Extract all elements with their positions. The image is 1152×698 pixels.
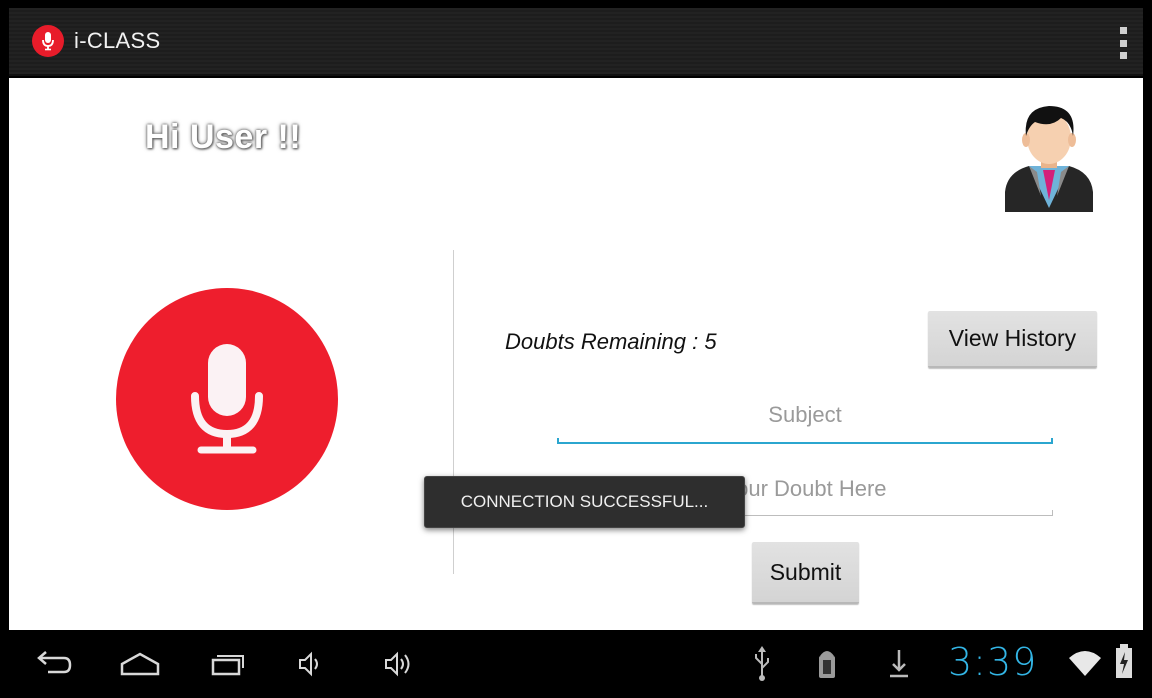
app-microphone-icon (32, 25, 64, 57)
greeting-text: Hi User !! (145, 118, 302, 156)
status-clock: 3:39 (948, 640, 1038, 684)
subject-input[interactable] (557, 392, 1053, 438)
user-avatar-icon[interactable] (999, 100, 1099, 212)
battery-charging-icon (1116, 644, 1132, 678)
microphone-icon (191, 344, 263, 454)
doubts-remaining-label: Doubts Remaining : 5 (505, 329, 717, 354)
android-debug-icon (819, 651, 835, 678)
tablet-screen: i-CLASS Hi User !! Doubts Remaining: 5 … (0, 0, 1152, 698)
view-history-button[interactable]: View History (928, 311, 1097, 368)
recent-apps-icon[interactable] (205, 646, 245, 682)
volume-down-icon[interactable] (296, 646, 326, 682)
main-content: Hi User !! Doubts Remaining: 5 View His… (9, 78, 1143, 630)
toast-message: CONNECTION SUCCESSFUL... (424, 476, 745, 528)
record-mic-button[interactable] (116, 288, 338, 510)
system-nav-bar: 3:39 (0, 630, 1152, 698)
submit-button[interactable]: Submit (752, 542, 859, 604)
subject-input-underline (557, 438, 1053, 444)
volume-up-icon[interactable] (382, 646, 418, 682)
wifi-icon (1069, 651, 1101, 676)
usb-icon (755, 646, 769, 681)
overflow-menu-icon[interactable] (1117, 27, 1129, 59)
action-bar: i-CLASS (9, 8, 1143, 76)
download-icon (890, 650, 908, 678)
back-icon[interactable] (34, 646, 74, 682)
app-title: i-CLASS (74, 28, 161, 53)
home-icon[interactable] (118, 646, 162, 682)
